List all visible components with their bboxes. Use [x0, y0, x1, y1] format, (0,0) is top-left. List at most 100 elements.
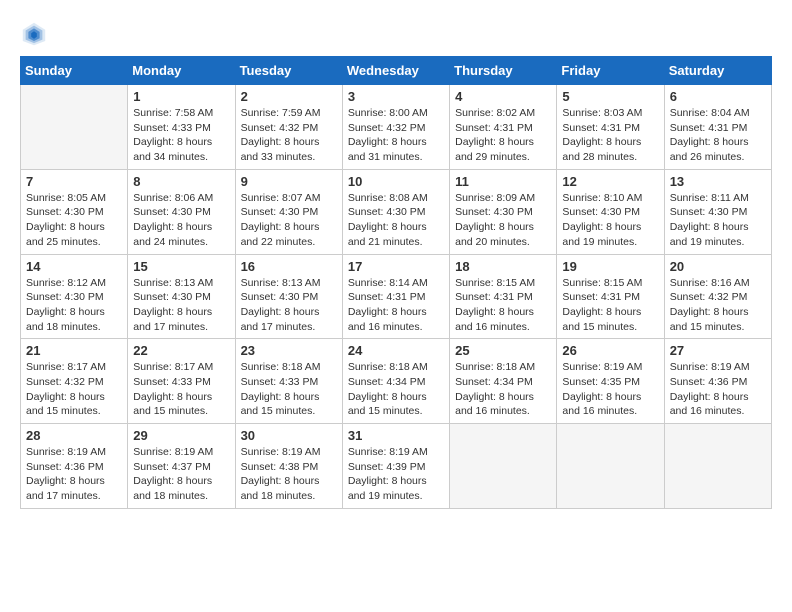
day-info: Sunrise: 8:08 AM Sunset: 4:30 PM Dayligh…: [348, 191, 444, 250]
day-number: 2: [241, 89, 337, 104]
day-number: 27: [670, 343, 766, 358]
day-number: 17: [348, 259, 444, 274]
calendar-cell: [664, 424, 771, 509]
day-info: Sunrise: 8:14 AM Sunset: 4:31 PM Dayligh…: [348, 276, 444, 335]
calendar-cell: 27 Sunrise: 8:19 AM Sunset: 4:36 PM Dayl…: [664, 339, 771, 424]
day-info: Sunrise: 8:13 AM Sunset: 4:30 PM Dayligh…: [133, 276, 229, 335]
day-number: 13: [670, 174, 766, 189]
calendar-cell: 25 Sunrise: 8:18 AM Sunset: 4:34 PM Dayl…: [450, 339, 557, 424]
day-info: Sunrise: 8:19 AM Sunset: 4:37 PM Dayligh…: [133, 445, 229, 504]
calendar-table: SundayMondayTuesdayWednesdayThursdayFrid…: [20, 56, 772, 509]
day-number: 6: [670, 89, 766, 104]
day-header-monday: Monday: [128, 57, 235, 85]
day-info: Sunrise: 8:05 AM Sunset: 4:30 PM Dayligh…: [26, 191, 122, 250]
day-info: Sunrise: 8:10 AM Sunset: 4:30 PM Dayligh…: [562, 191, 658, 250]
day-info: Sunrise: 8:12 AM Sunset: 4:30 PM Dayligh…: [26, 276, 122, 335]
day-number: 9: [241, 174, 337, 189]
calendar-cell: 18 Sunrise: 8:15 AM Sunset: 4:31 PM Dayl…: [450, 254, 557, 339]
day-info: Sunrise: 8:15 AM Sunset: 4:31 PM Dayligh…: [562, 276, 658, 335]
day-number: 5: [562, 89, 658, 104]
calendar-cell: 2 Sunrise: 7:59 AM Sunset: 4:32 PM Dayli…: [235, 85, 342, 170]
day-info: Sunrise: 8:16 AM Sunset: 4:32 PM Dayligh…: [670, 276, 766, 335]
day-number: 30: [241, 428, 337, 443]
calendar-cell: 24 Sunrise: 8:18 AM Sunset: 4:34 PM Dayl…: [342, 339, 449, 424]
calendar-cell: 19 Sunrise: 8:15 AM Sunset: 4:31 PM Dayl…: [557, 254, 664, 339]
day-number: 3: [348, 89, 444, 104]
day-number: 12: [562, 174, 658, 189]
calendar-cell: 22 Sunrise: 8:17 AM Sunset: 4:33 PM Dayl…: [128, 339, 235, 424]
day-info: Sunrise: 8:09 AM Sunset: 4:30 PM Dayligh…: [455, 191, 551, 250]
day-header-thursday: Thursday: [450, 57, 557, 85]
calendar-cell: 1 Sunrise: 7:58 AM Sunset: 4:33 PM Dayli…: [128, 85, 235, 170]
calendar-cell: 31 Sunrise: 8:19 AM Sunset: 4:39 PM Dayl…: [342, 424, 449, 509]
day-info: Sunrise: 8:19 AM Sunset: 4:38 PM Dayligh…: [241, 445, 337, 504]
day-header-saturday: Saturday: [664, 57, 771, 85]
calendar-cell: 23 Sunrise: 8:18 AM Sunset: 4:33 PM Dayl…: [235, 339, 342, 424]
calendar-cell: 6 Sunrise: 8:04 AM Sunset: 4:31 PM Dayli…: [664, 85, 771, 170]
day-info: Sunrise: 7:59 AM Sunset: 4:32 PM Dayligh…: [241, 106, 337, 165]
calendar-cell: 28 Sunrise: 8:19 AM Sunset: 4:36 PM Dayl…: [21, 424, 128, 509]
day-number: 8: [133, 174, 229, 189]
calendar-cell: [557, 424, 664, 509]
day-number: 20: [670, 259, 766, 274]
day-info: Sunrise: 8:18 AM Sunset: 4:34 PM Dayligh…: [348, 360, 444, 419]
calendar-cell: 17 Sunrise: 8:14 AM Sunset: 4:31 PM Dayl…: [342, 254, 449, 339]
day-number: 22: [133, 343, 229, 358]
calendar-cell: 20 Sunrise: 8:16 AM Sunset: 4:32 PM Dayl…: [664, 254, 771, 339]
day-number: 14: [26, 259, 122, 274]
day-number: 21: [26, 343, 122, 358]
day-info: Sunrise: 8:19 AM Sunset: 4:35 PM Dayligh…: [562, 360, 658, 419]
calendar-cell: 21 Sunrise: 8:17 AM Sunset: 4:32 PM Dayl…: [21, 339, 128, 424]
calendar-cell: 11 Sunrise: 8:09 AM Sunset: 4:30 PM Dayl…: [450, 169, 557, 254]
day-info: Sunrise: 8:19 AM Sunset: 4:36 PM Dayligh…: [26, 445, 122, 504]
day-info: Sunrise: 8:17 AM Sunset: 4:33 PM Dayligh…: [133, 360, 229, 419]
logo: [20, 20, 52, 48]
day-info: Sunrise: 7:58 AM Sunset: 4:33 PM Dayligh…: [133, 106, 229, 165]
day-info: Sunrise: 8:03 AM Sunset: 4:31 PM Dayligh…: [562, 106, 658, 165]
day-header-tuesday: Tuesday: [235, 57, 342, 85]
calendar-week-row: 1 Sunrise: 7:58 AM Sunset: 4:33 PM Dayli…: [21, 85, 772, 170]
calendar-cell: 29 Sunrise: 8:19 AM Sunset: 4:37 PM Dayl…: [128, 424, 235, 509]
calendar-cell: 12 Sunrise: 8:10 AM Sunset: 4:30 PM Dayl…: [557, 169, 664, 254]
calendar-cell: [450, 424, 557, 509]
day-info: Sunrise: 8:02 AM Sunset: 4:31 PM Dayligh…: [455, 106, 551, 165]
day-number: 11: [455, 174, 551, 189]
day-number: 10: [348, 174, 444, 189]
day-info: Sunrise: 8:19 AM Sunset: 4:36 PM Dayligh…: [670, 360, 766, 419]
day-info: Sunrise: 8:18 AM Sunset: 4:34 PM Dayligh…: [455, 360, 551, 419]
page-header: [20, 20, 772, 48]
calendar-week-row: 14 Sunrise: 8:12 AM Sunset: 4:30 PM Dayl…: [21, 254, 772, 339]
day-number: 1: [133, 89, 229, 104]
day-number: 29: [133, 428, 229, 443]
calendar-cell: 9 Sunrise: 8:07 AM Sunset: 4:30 PM Dayli…: [235, 169, 342, 254]
day-number: 25: [455, 343, 551, 358]
day-info: Sunrise: 8:06 AM Sunset: 4:30 PM Dayligh…: [133, 191, 229, 250]
day-number: 7: [26, 174, 122, 189]
day-header-wednesday: Wednesday: [342, 57, 449, 85]
calendar-cell: 14 Sunrise: 8:12 AM Sunset: 4:30 PM Dayl…: [21, 254, 128, 339]
calendar-cell: 13 Sunrise: 8:11 AM Sunset: 4:30 PM Dayl…: [664, 169, 771, 254]
day-info: Sunrise: 8:04 AM Sunset: 4:31 PM Dayligh…: [670, 106, 766, 165]
day-header-sunday: Sunday: [21, 57, 128, 85]
calendar-cell: [21, 85, 128, 170]
calendar-week-row: 28 Sunrise: 8:19 AM Sunset: 4:36 PM Dayl…: [21, 424, 772, 509]
day-info: Sunrise: 8:11 AM Sunset: 4:30 PM Dayligh…: [670, 191, 766, 250]
calendar-cell: 8 Sunrise: 8:06 AM Sunset: 4:30 PM Dayli…: [128, 169, 235, 254]
day-number: 15: [133, 259, 229, 274]
day-number: 31: [348, 428, 444, 443]
day-info: Sunrise: 8:15 AM Sunset: 4:31 PM Dayligh…: [455, 276, 551, 335]
day-info: Sunrise: 8:00 AM Sunset: 4:32 PM Dayligh…: [348, 106, 444, 165]
day-header-friday: Friday: [557, 57, 664, 85]
day-number: 28: [26, 428, 122, 443]
day-info: Sunrise: 8:13 AM Sunset: 4:30 PM Dayligh…: [241, 276, 337, 335]
day-number: 16: [241, 259, 337, 274]
calendar-cell: 16 Sunrise: 8:13 AM Sunset: 4:30 PM Dayl…: [235, 254, 342, 339]
day-number: 23: [241, 343, 337, 358]
day-number: 26: [562, 343, 658, 358]
calendar-cell: 10 Sunrise: 8:08 AM Sunset: 4:30 PM Dayl…: [342, 169, 449, 254]
day-info: Sunrise: 8:07 AM Sunset: 4:30 PM Dayligh…: [241, 191, 337, 250]
calendar-cell: 3 Sunrise: 8:00 AM Sunset: 4:32 PM Dayli…: [342, 85, 449, 170]
day-number: 19: [562, 259, 658, 274]
calendar-cell: 26 Sunrise: 8:19 AM Sunset: 4:35 PM Dayl…: [557, 339, 664, 424]
calendar-header-row: SundayMondayTuesdayWednesdayThursdayFrid…: [21, 57, 772, 85]
